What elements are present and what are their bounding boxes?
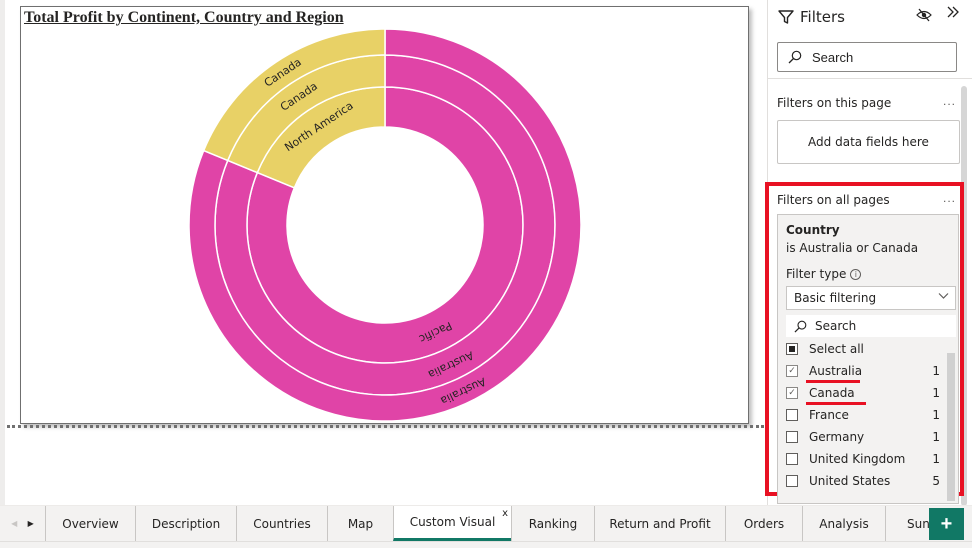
- filter-list-search-input[interactable]: Search: [786, 315, 956, 337]
- filter-item-count: 1: [932, 430, 940, 444]
- filter-type-label: Filter type i: [786, 267, 862, 281]
- filter-funnel-icon: [778, 10, 794, 24]
- app-root: Pacific North America Australia Canada Austr…: [0, 0, 972, 548]
- filter-item-row[interactable]: United Kingdom 1: [786, 449, 946, 469]
- filters-header: Filters: [778, 6, 968, 28]
- chevron-down-icon: [938, 290, 949, 304]
- select-all-checkbox[interactable]: [786, 343, 798, 355]
- visual-title: Total Profit by Continent, Country and R…: [24, 9, 344, 26]
- filter-item-count: 1: [932, 408, 940, 422]
- page-tabs-bar: ◀ ▶ Overview Description Countries Map C…: [0, 505, 972, 548]
- tab-overview[interactable]: Overview: [45, 506, 135, 541]
- filter-list-scrollbar[interactable]: [947, 353, 955, 501]
- filters-on-all-pages-label: Filters on all pages: [777, 193, 890, 207]
- checkbox-unchecked[interactable]: [786, 453, 798, 465]
- tab-custom-visual[interactable]: Custom Visual x: [393, 506, 511, 541]
- checkbox-unchecked[interactable]: [786, 475, 798, 487]
- add-page-button[interactable]: +: [929, 508, 964, 540]
- search-icon: [788, 50, 802, 64]
- select-all-label: Select all: [809, 342, 864, 356]
- selection-border: [7, 425, 764, 428]
- tab-ranking[interactable]: Ranking: [511, 506, 594, 541]
- close-tab-icon[interactable]: x: [502, 508, 508, 519]
- filter-summary: is Australia or Canada: [786, 241, 919, 255]
- canvas-edge: [0, 0, 5, 505]
- tab-description[interactable]: Description: [135, 506, 236, 541]
- tab-countries[interactable]: Countries: [236, 506, 327, 541]
- item-text: Australia: [809, 364, 863, 378]
- filter-item-row[interactable]: ✓ Australia 1: [786, 361, 946, 383]
- search-placeholder: Search: [812, 49, 854, 65]
- sunburst-chart: PacificNorth AmericaAustraliaCanadaAustr…: [188, 28, 582, 422]
- filter-item-label: United Kingdom: [809, 452, 906, 466]
- checkbox-unchecked[interactable]: [786, 409, 798, 421]
- tab-analysis[interactable]: Analysis: [802, 506, 885, 541]
- tab-orders[interactable]: Orders: [725, 506, 802, 541]
- filter-item-label: Germany: [809, 430, 865, 444]
- filters-title: Filters: [800, 8, 845, 26]
- tab-label: Custom Visual: [409, 515, 496, 529]
- filter-item-row[interactable]: France 1: [786, 405, 946, 425]
- search-placeholder: Search: [815, 319, 857, 333]
- all-pages-more-button[interactable]: ...: [943, 191, 956, 205]
- filter-field-name[interactable]: Country: [786, 223, 840, 237]
- filter-item-label: Australia: [806, 364, 863, 383]
- filters-search-input[interactable]: Search: [777, 42, 957, 72]
- filter-item-count: 1: [932, 364, 940, 378]
- filter-item-count: 1: [932, 386, 940, 400]
- filter-item-label: Canada: [806, 386, 866, 405]
- filter-item-count: 5: [932, 474, 940, 488]
- collapse-pane-icon[interactable]: [946, 5, 960, 22]
- filter-item-row[interactable]: ✓ Canada 1: [786, 383, 946, 405]
- filter-type-value: Basic filtering: [794, 291, 877, 305]
- checkbox-unchecked[interactable]: [786, 431, 798, 443]
- hide-eye-icon[interactable]: [916, 8, 932, 25]
- pane-divider: [768, 78, 972, 79]
- tab-navigation: ◀ ▶: [0, 506, 45, 541]
- sunburst-visual[interactable]: Pacific North America Australia Canada Austr…: [20, 6, 749, 424]
- country-filter-card: Country is Australia or Canada Filter ty…: [777, 214, 959, 504]
- tab-map[interactable]: Map: [327, 506, 393, 541]
- search-icon: [794, 320, 807, 332]
- info-icon[interactable]: i: [850, 268, 862, 280]
- tab-sunburst[interactable]: Sunburst: [885, 506, 929, 541]
- checkbox-checked[interactable]: ✓: [786, 387, 798, 399]
- tab-scroll-right-icon[interactable]: ▶: [28, 519, 34, 528]
- filters-pane: Filters Search Filters on this page ... …: [765, 0, 972, 506]
- filter-item-label: France: [809, 408, 849, 422]
- filter-item-label: United States: [809, 474, 891, 488]
- filter-type-dropdown[interactable]: Basic filtering: [786, 286, 956, 310]
- filter-item-row[interactable]: United States 5: [786, 471, 946, 491]
- report-canvas: Pacific North America Australia Canada Austr…: [0, 0, 765, 505]
- tabbar-divider: [0, 541, 972, 542]
- filters-on-this-page-label: Filters on this page: [777, 96, 892, 110]
- add-data-fields-dropzone[interactable]: Add data fields here: [777, 120, 960, 164]
- item-text: Canada: [809, 386, 855, 400]
- tab-return-and-profit[interactable]: Return and Profit: [594, 506, 725, 541]
- filter-item-count: 1: [932, 452, 940, 466]
- select-all-row[interactable]: Select all: [786, 339, 946, 359]
- filter-type-text: Filter type: [786, 267, 847, 281]
- this-page-more-button[interactable]: ...: [943, 94, 956, 108]
- tab-scroll-left-icon[interactable]: ◀: [11, 519, 17, 528]
- filter-item-row[interactable]: Germany 1: [786, 427, 946, 447]
- checkbox-checked[interactable]: ✓: [786, 365, 798, 377]
